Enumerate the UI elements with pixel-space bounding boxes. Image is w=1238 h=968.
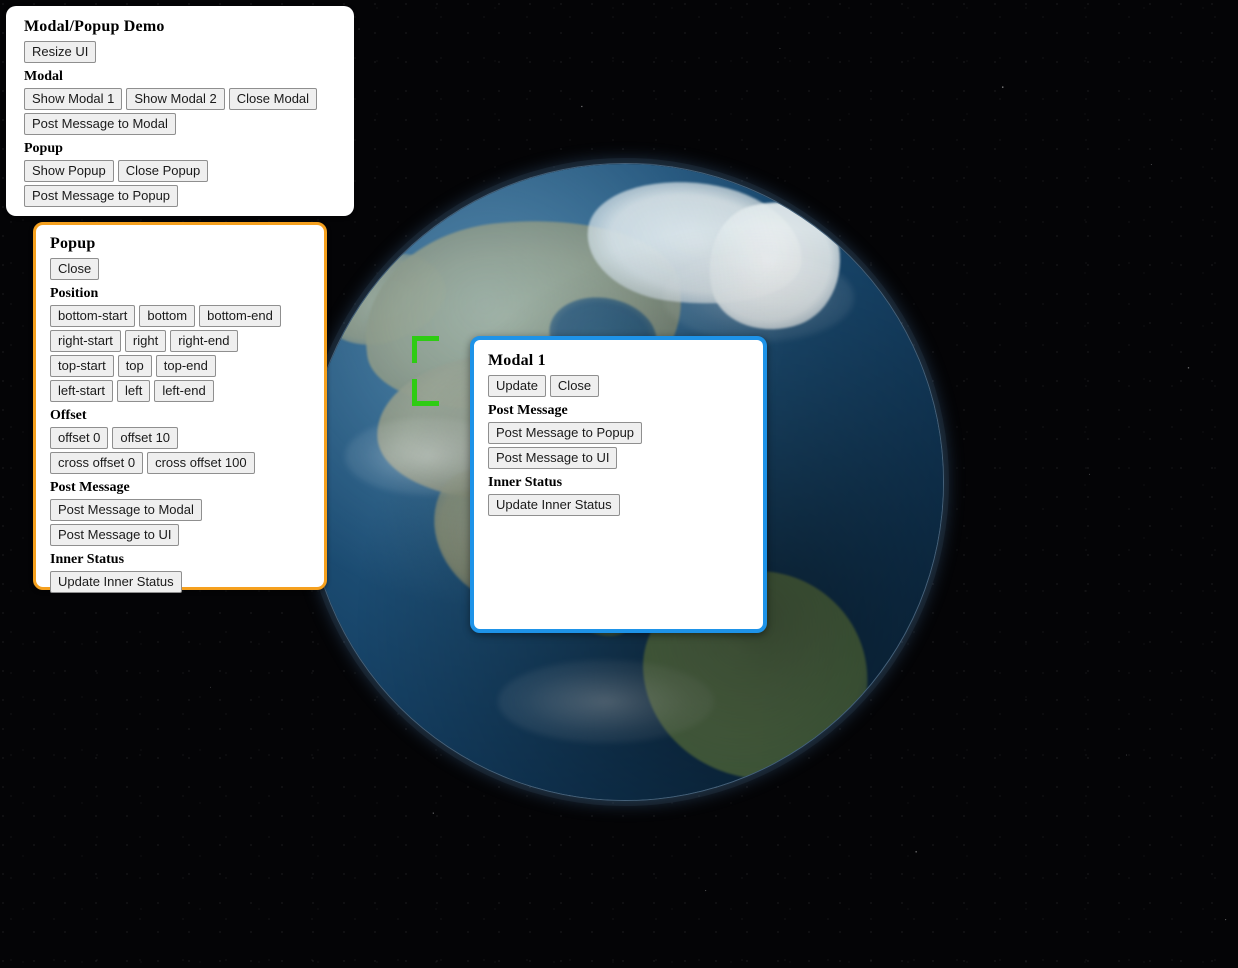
popup-position-row-top: top-start top top-end [50, 355, 314, 377]
popup-post-message-row-2: Post Message to UI [50, 524, 314, 546]
popup-offset-row-2: cross offset 0 cross offset 100 [50, 452, 314, 474]
show-popup-button[interactable]: Show Popup [24, 160, 114, 182]
cloud-band-north [663, 253, 854, 343]
popup-close-row: Close [50, 258, 314, 280]
modal-close-button[interactable]: Close [549, 375, 600, 397]
popup-position-row-bottom: bottom-start bottom bottom-end [50, 305, 314, 327]
modal-title: Modal 1 [488, 352, 546, 369]
position-right-button[interactable]: right [124, 330, 167, 352]
modal-action-row: Update Close [488, 375, 751, 397]
modal-panel: Modal 1 Update Close Post Message Post M… [470, 336, 767, 633]
cross-offset-100-button[interactable]: cross offset 100 [147, 452, 255, 474]
popup-position-row-right: right-start right right-end [50, 330, 314, 352]
popup-title: Popup [50, 235, 96, 252]
modal-post-message-row-2: Post Message to UI [488, 447, 751, 469]
modal-button-row-1: Show Modal 1 Show Modal 2 Close Modal [24, 88, 342, 110]
popup-inner-status-row: Update Inner Status [50, 571, 314, 593]
cross-offset-0-button[interactable]: cross offset 0 [50, 452, 144, 474]
popup-section-heading: Popup [24, 141, 63, 156]
resize-ui-button[interactable]: Resize UI [24, 41, 97, 63]
close-popup-button[interactable]: Close Popup [117, 160, 209, 182]
modal-update-inner-status-button[interactable]: Update Inner Status [488, 494, 620, 516]
offset-0-button[interactable]: offset 0 [50, 427, 109, 449]
popup-panel: Popup Close Position bottom-start bottom… [33, 222, 327, 593]
modal-update-button[interactable]: Update [488, 375, 546, 397]
modal-post-message-to-ui-button[interactable]: Post Message to UI [488, 447, 618, 469]
modal-button-row-2: Post Message to Modal [24, 113, 342, 135]
popup-position-heading: Position [50, 286, 99, 301]
position-left-end-button[interactable]: left-end [154, 380, 214, 402]
popup-post-message-to-ui-button[interactable]: Post Message to UI [50, 524, 180, 546]
app-root: Modal/Popup Demo Resize UI Modal Show Mo… [0, 0, 1238, 968]
position-top-button[interactable]: top [117, 355, 152, 377]
popup-post-message-row-1: Post Message to Modal [50, 499, 314, 521]
position-top-start-button[interactable]: top-start [50, 355, 114, 377]
position-right-end-button[interactable]: right-end [170, 330, 238, 352]
popup-position-row-left: left-start left left-end [50, 380, 314, 402]
demo-panel-body: Modal/Popup Demo Resize UI Modal Show Mo… [6, 6, 354, 222]
popup-post-message-to-modal-button[interactable]: Post Message to Modal [50, 499, 202, 521]
post-message-to-popup-button[interactable]: Post Message to Popup [24, 185, 179, 207]
popup-button-row-2: Post Message to Popup [24, 185, 342, 207]
offset-10-button[interactable]: offset 10 [112, 427, 179, 449]
page-title: Modal/Popup Demo [24, 18, 165, 35]
position-bottom-end-button[interactable]: bottom-end [199, 305, 281, 327]
resize-row: Resize UI [24, 41, 342, 63]
post-message-to-modal-button[interactable]: Post Message to Modal [24, 113, 176, 135]
popup-close-button[interactable]: Close [50, 258, 100, 280]
position-top-end-button[interactable]: top-end [155, 355, 216, 377]
modal-inner-status-heading: Inner Status [488, 475, 563, 490]
popup-post-message-heading: Post Message [50, 480, 130, 495]
modal-panel-body: Modal 1 Update Close Post Message Post M… [474, 340, 763, 531]
modal-post-message-row-1: Post Message to Popup [488, 422, 751, 444]
popup-update-inner-status-button[interactable]: Update Inner Status [50, 571, 182, 593]
modal-post-message-heading: Post Message [488, 403, 568, 418]
position-left-button[interactable]: left [116, 380, 151, 402]
position-bottom-button[interactable]: bottom [139, 305, 196, 327]
popup-inner-status-heading: Inner Status [50, 552, 125, 567]
cloud-band-south [497, 660, 715, 743]
position-left-start-button[interactable]: left-start [50, 380, 113, 402]
show-modal-2-button[interactable]: Show Modal 2 [126, 88, 225, 110]
popup-offset-row-1: offset 0 offset 10 [50, 427, 314, 449]
popup-offset-heading: Offset [50, 408, 87, 423]
close-modal-button[interactable]: Close Modal [228, 88, 318, 110]
popup-panel-body: Popup Close Position bottom-start bottom… [36, 225, 324, 606]
show-modal-1-button[interactable]: Show Modal 1 [24, 88, 123, 110]
modal-inner-status-row: Update Inner Status [488, 494, 751, 516]
position-bottom-start-button[interactable]: bottom-start [50, 305, 136, 327]
popup-button-row-1: Show Popup Close Popup [24, 160, 342, 182]
demo-panel: Modal/Popup Demo Resize UI Modal Show Mo… [6, 6, 354, 216]
position-right-start-button[interactable]: right-start [50, 330, 121, 352]
modal-section-heading: Modal [24, 69, 63, 84]
modal-post-message-to-popup-button[interactable]: Post Message to Popup [488, 422, 643, 444]
